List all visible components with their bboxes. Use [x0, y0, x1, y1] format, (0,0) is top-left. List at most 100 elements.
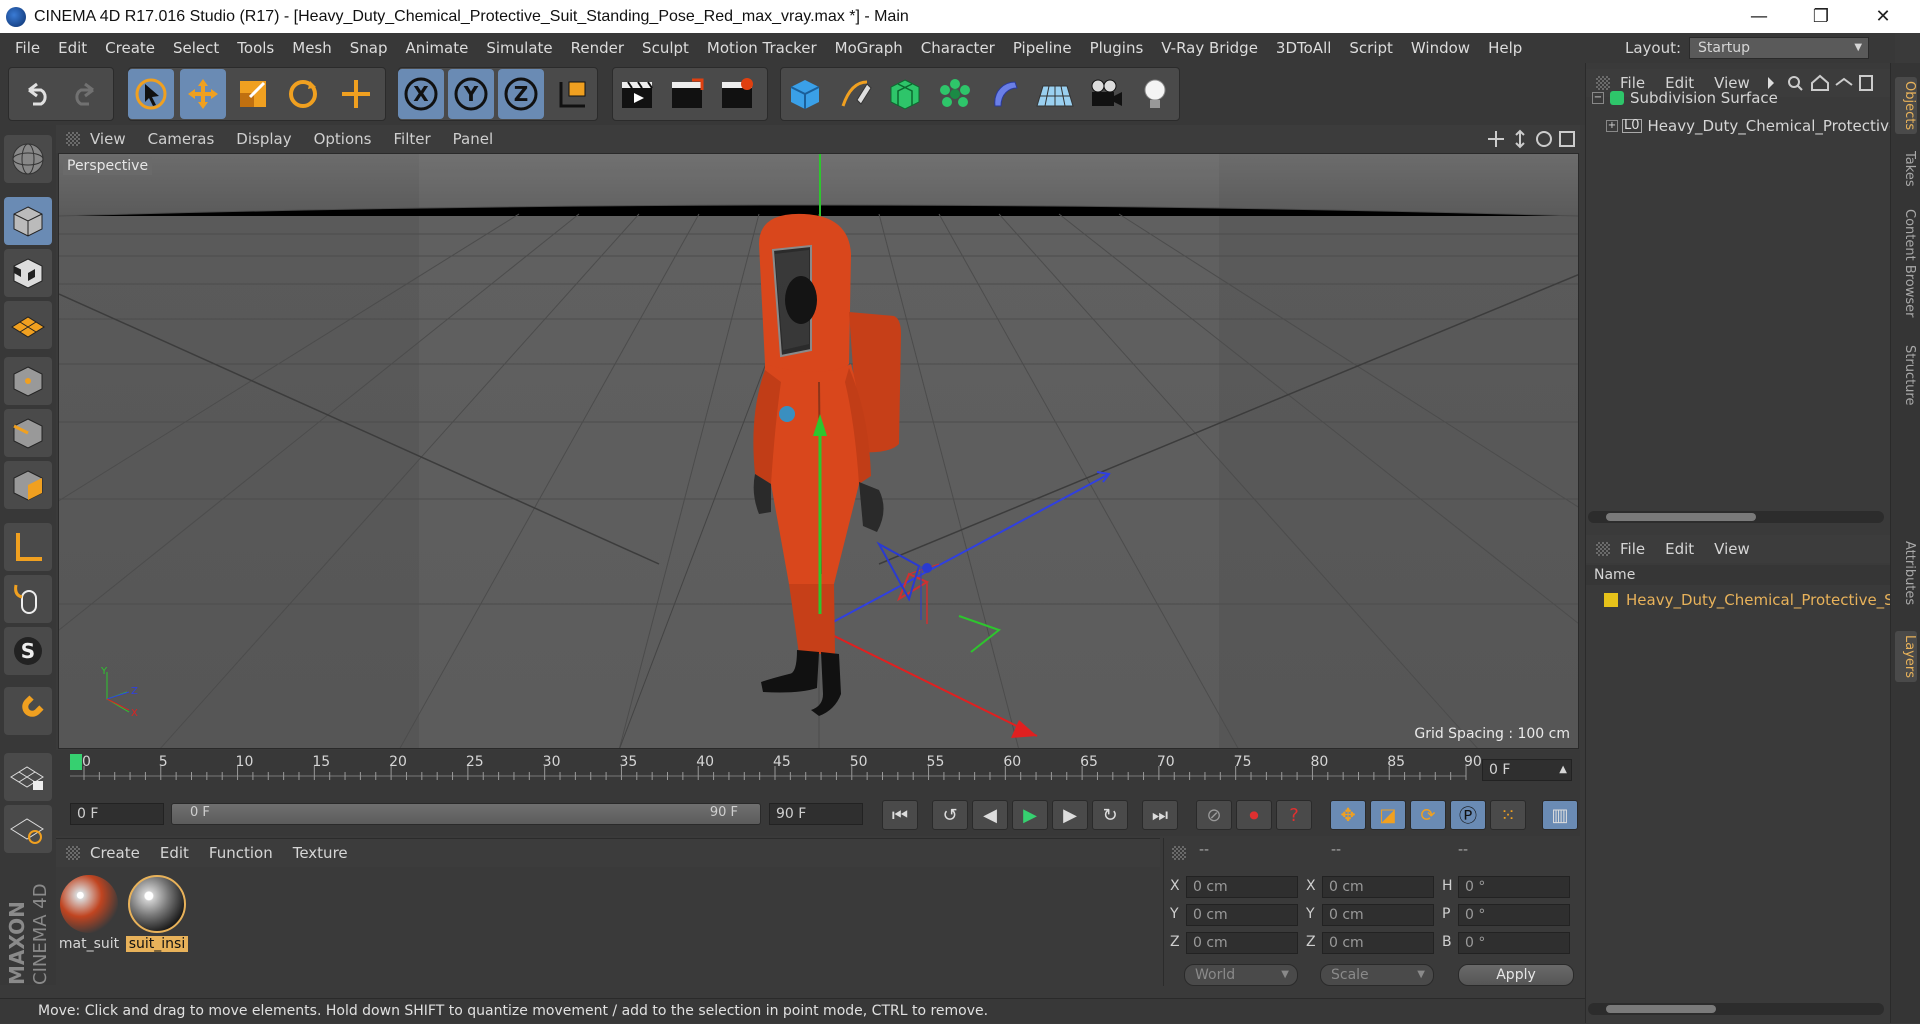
size-z-field[interactable]: 0 cm	[1322, 932, 1434, 954]
preview-range-slider[interactable]: 0 F 90 F	[171, 803, 761, 825]
tab-structure[interactable]: Structure	[1895, 345, 1917, 405]
y-axis-lock-button[interactable]: Y	[448, 69, 494, 119]
key-pla-button[interactable]: ⁙	[1490, 800, 1526, 830]
undo-button[interactable]	[14, 69, 60, 119]
add-cube-button[interactable]	[782, 69, 828, 119]
viewport-menu-panel[interactable]: Panel	[453, 130, 493, 148]
material-menu-texture[interactable]: Texture	[293, 844, 348, 862]
pos-x-field[interactable]: 0 cm	[1186, 876, 1298, 898]
rot-b-field[interactable]: 0 °	[1458, 932, 1570, 954]
menu-window[interactable]: Window	[1402, 39, 1479, 57]
menu-file[interactable]: File	[6, 39, 49, 57]
locked-workplane-button[interactable]	[4, 753, 52, 801]
menu-tools[interactable]: Tools	[228, 39, 283, 57]
go-to-end-button[interactable]: ⏭	[1142, 800, 1178, 830]
next-key-button[interactable]: ↻	[1092, 800, 1128, 830]
render-picture-viewer-button[interactable]	[664, 69, 710, 119]
autokey-button[interactable]: ⏺	[1236, 800, 1272, 830]
pos-z-field[interactable]: 0 cm	[1186, 932, 1298, 954]
preview-start-field[interactable]: 0 F	[70, 803, 164, 825]
material-item[interactable]: mat_suit	[58, 875, 120, 952]
key-parameter-button[interactable]: Ⓟ	[1450, 800, 1486, 830]
layer-menu-view[interactable]: View	[1714, 540, 1750, 558]
rot-h-field[interactable]: 0 °	[1458, 876, 1570, 898]
pos-y-field[interactable]: 0 cm	[1186, 904, 1298, 926]
object-manager-tools[interactable]	[1764, 73, 1874, 93]
layout-select[interactable]: Startup ▼	[1689, 37, 1870, 59]
recent-tool-button[interactable]	[333, 69, 379, 119]
layer-menu-edit[interactable]: Edit	[1665, 540, 1694, 558]
menu-select[interactable]: Select	[164, 39, 228, 57]
expand-icon[interactable]: +	[1606, 120, 1618, 132]
scrollbar-thumb[interactable]	[1606, 513, 1756, 521]
menu-pipeline[interactable]: Pipeline	[1004, 39, 1081, 57]
menu-vray-bridge[interactable]: V-Ray Bridge	[1152, 39, 1267, 57]
current-frame-field[interactable]: 0 F ▲	[1482, 759, 1572, 781]
perspective-viewport[interactable]: Y Z X Perspective Grid Spacing : 100 cm	[58, 153, 1579, 749]
snap-button[interactable]	[4, 687, 52, 735]
coordinate-mode-dropdown[interactable]: World ▼	[1184, 964, 1298, 986]
redo-button[interactable]	[62, 69, 108, 119]
planar-workplane-button[interactable]	[4, 805, 52, 853]
layer-color-swatch[interactable]	[1604, 593, 1618, 607]
menu-animate[interactable]: Animate	[397, 39, 478, 57]
material-item-selected[interactable]: suit_insi	[126, 875, 188, 952]
scrollbar-thumb[interactable]	[1606, 1005, 1716, 1013]
menu-script[interactable]: Script	[1340, 39, 1402, 57]
menu-character[interactable]: Character	[912, 39, 1004, 57]
timeline-window-button[interactable]: ▥	[1542, 800, 1578, 830]
menu-sculpt[interactable]: Sculpt	[633, 39, 698, 57]
axis-mode-button[interactable]	[4, 523, 52, 571]
light-button[interactable]	[1132, 69, 1178, 119]
texture-mode-button[interactable]	[4, 249, 52, 297]
tab-content-browser[interactable]: Content Browser	[1895, 209, 1917, 318]
collapse-icon[interactable]: −	[1592, 92, 1604, 104]
make-editable-button[interactable]	[4, 135, 52, 183]
solo-button[interactable]: S	[4, 627, 52, 675]
rotate-tool-button[interactable]	[280, 69, 326, 119]
key-rotation-button[interactable]: ⟳	[1410, 800, 1446, 830]
tab-takes[interactable]: Takes	[1895, 151, 1917, 187]
viewport-menu-view[interactable]: View	[90, 130, 126, 148]
material-menu-edit[interactable]: Edit	[160, 844, 189, 862]
preview-end-field[interactable]: 90 F	[769, 803, 863, 825]
x-axis-lock-button[interactable]: X	[398, 69, 444, 119]
subdivision-surface-button[interactable]	[882, 69, 928, 119]
model-mode-button[interactable]	[4, 197, 52, 245]
object-row-suit[interactable]: + L0 Heavy_Duty_Chemical_Protective_	[1606, 117, 1906, 135]
go-to-start-button[interactable]: ⏮	[882, 800, 918, 830]
menu-snap[interactable]: Snap	[341, 39, 397, 57]
viewport-menu-filter[interactable]: Filter	[393, 130, 430, 148]
menu-edit[interactable]: Edit	[49, 39, 96, 57]
menu-simulate[interactable]: Simulate	[477, 39, 561, 57]
previous-key-button[interactable]: ↺	[932, 800, 968, 830]
viewport-menu-display[interactable]: Display	[236, 130, 291, 148]
points-mode-button[interactable]	[4, 357, 52, 405]
menu-mograph[interactable]: MoGraph	[826, 39, 912, 57]
coordinate-system-button[interactable]	[550, 69, 596, 119]
menu-create[interactable]: Create	[96, 39, 164, 57]
size-y-field[interactable]: 0 cm	[1322, 904, 1434, 926]
layer-row[interactable]: Heavy_Duty_Chemical_Protective_S	[1604, 591, 1894, 609]
next-frame-button[interactable]: ▶	[1052, 800, 1088, 830]
deformer-button[interactable]	[982, 69, 1028, 119]
menu-motion-tracker[interactable]: Motion Tracker	[698, 39, 826, 57]
tweak-mode-button[interactable]	[4, 575, 52, 623]
viewport-nav-icons[interactable]	[1486, 129, 1576, 149]
pen-spline-button[interactable]	[832, 69, 878, 119]
object-manager-scrollbar[interactable]	[1588, 511, 1884, 523]
layer-manager-scrollbar[interactable]	[1588, 1003, 1884, 1015]
close-button[interactable]: ✕	[1852, 0, 1914, 33]
previous-frame-button[interactable]: ◀	[972, 800, 1008, 830]
viewport-menu-options[interactable]: Options	[314, 130, 372, 148]
layer-menu-file[interactable]: File	[1620, 540, 1645, 558]
live-selection-button[interactable]	[128, 69, 174, 119]
render-view-button[interactable]	[614, 69, 660, 119]
key-position-button[interactable]: ✥	[1330, 800, 1366, 830]
menu-help[interactable]: Help	[1479, 39, 1531, 57]
play-button[interactable]: ▶	[1012, 800, 1048, 830]
workplane-mode-button[interactable]	[4, 301, 52, 349]
minimize-button[interactable]: —	[1728, 0, 1790, 33]
size-x-field[interactable]: 0 cm	[1322, 876, 1434, 898]
z-axis-lock-button[interactable]: Z	[498, 69, 544, 119]
